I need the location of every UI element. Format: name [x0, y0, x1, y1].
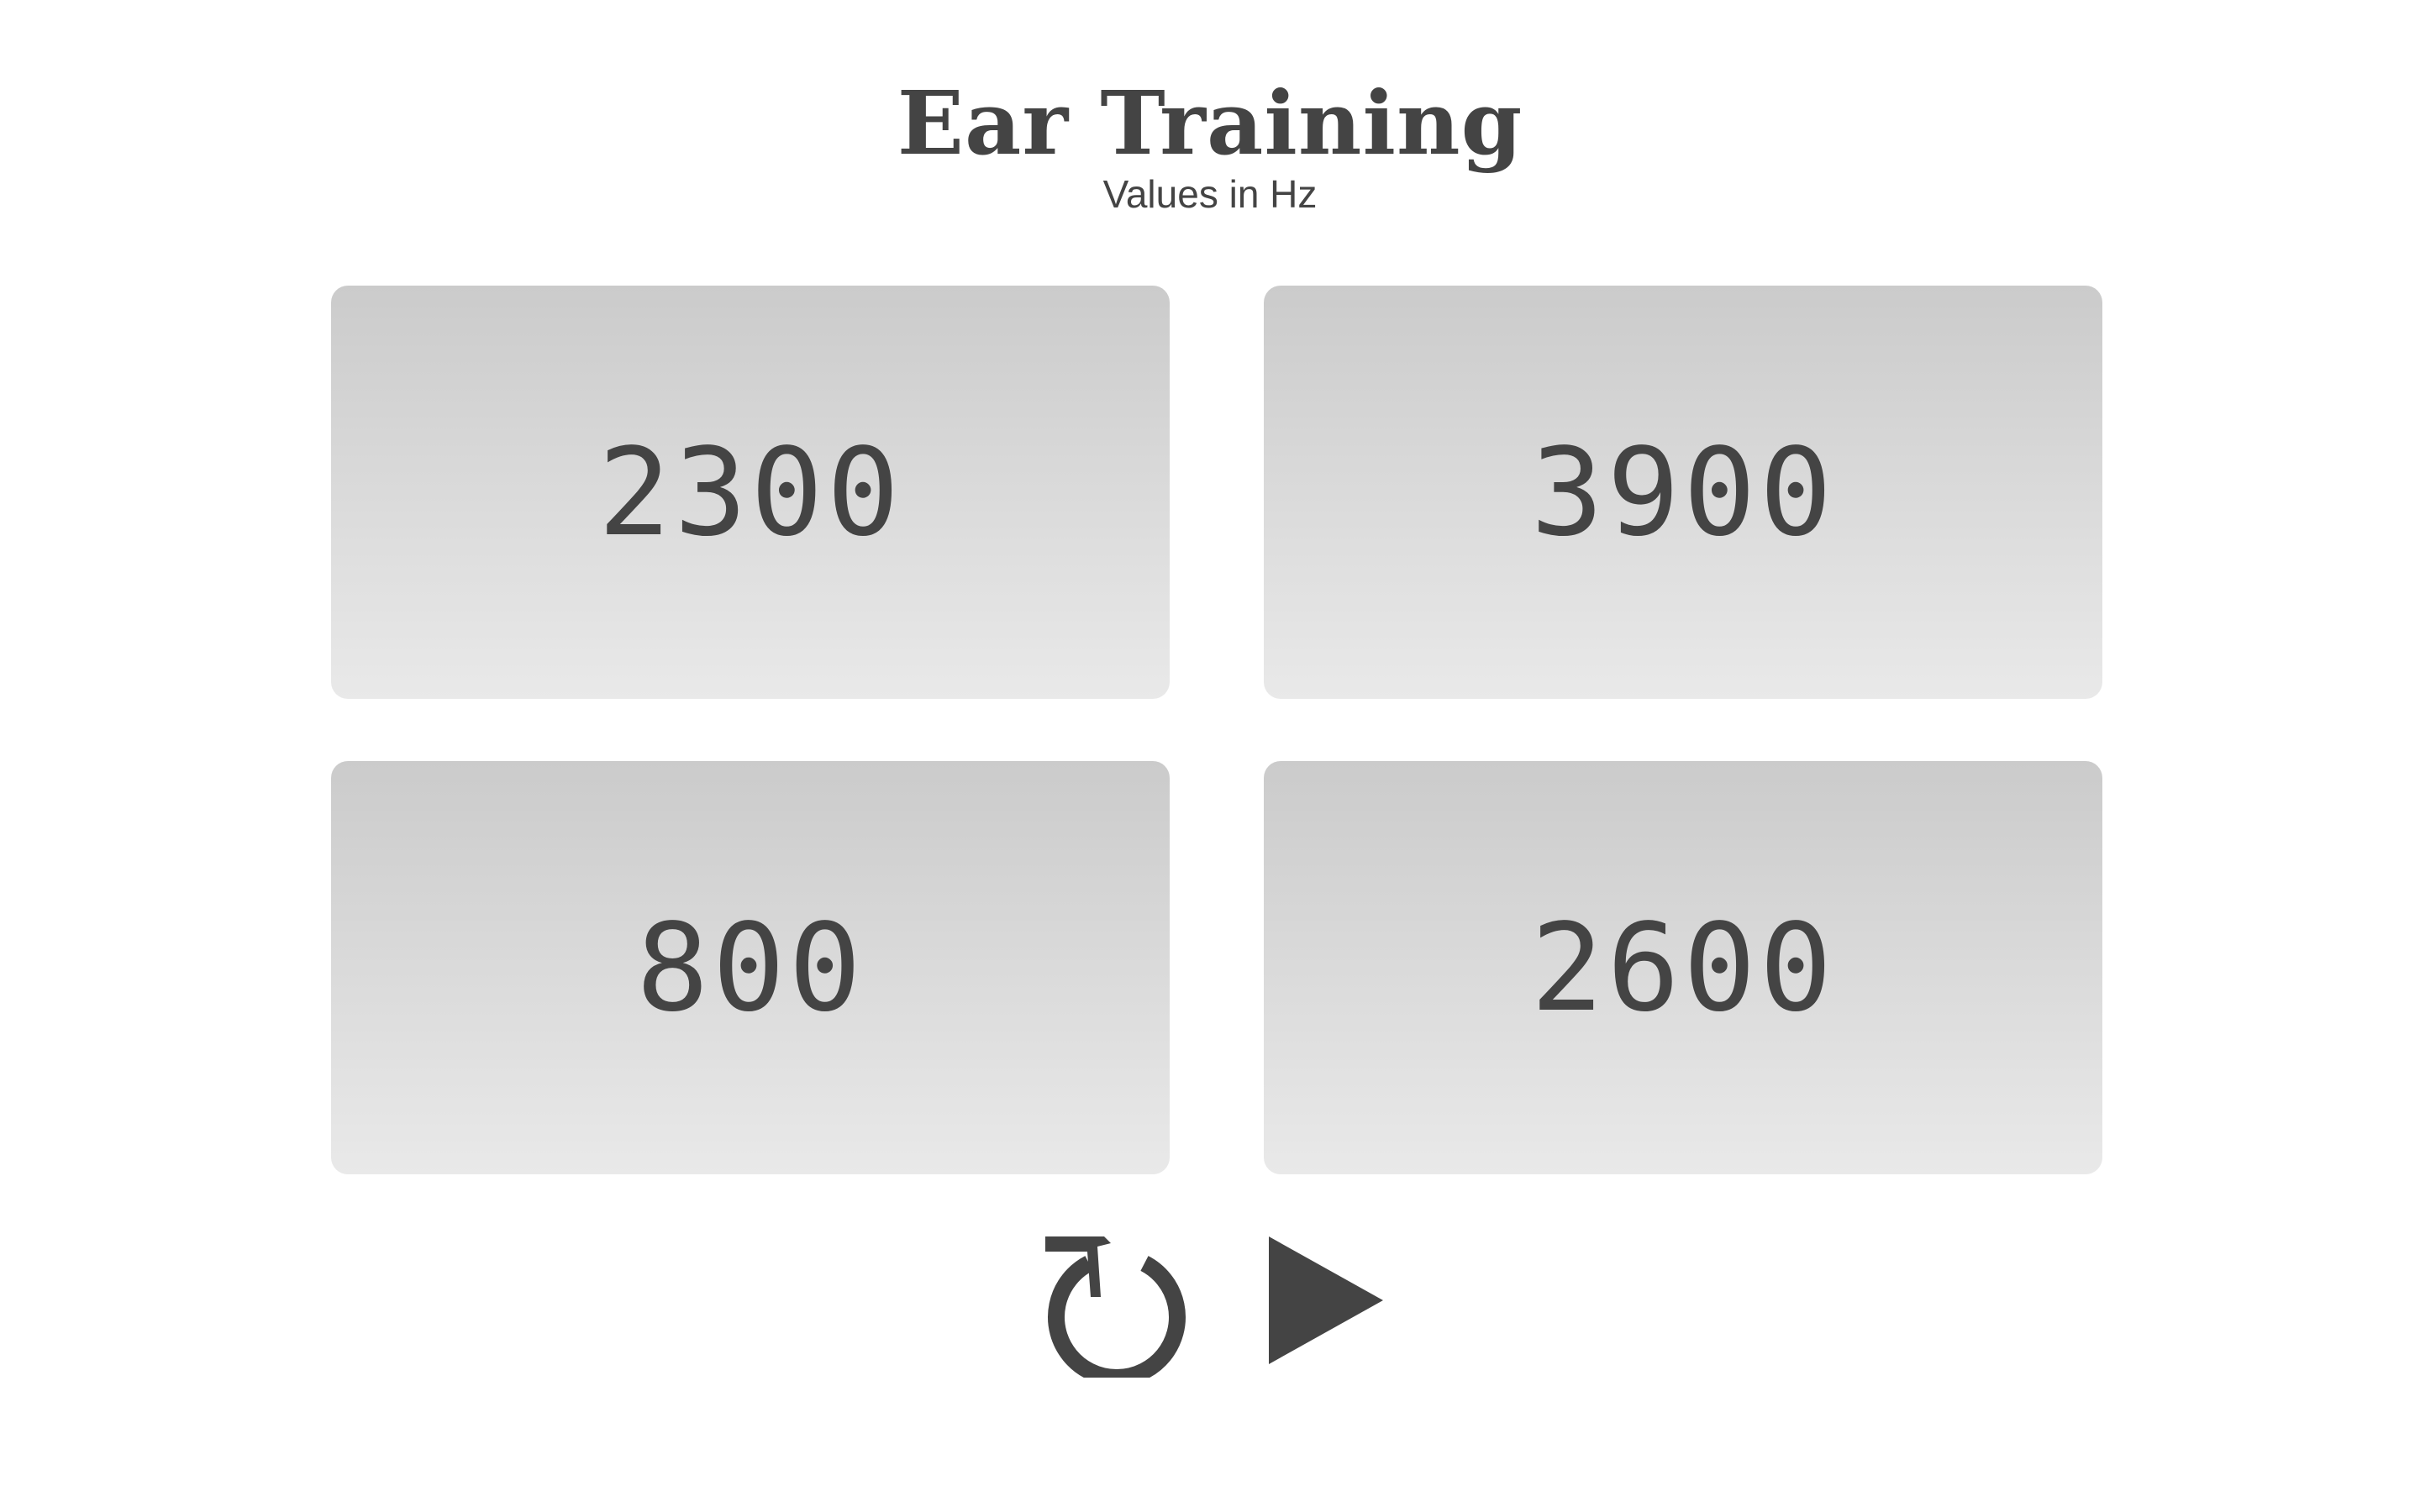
playback-controls	[0, 1226, 2420, 1378]
choice-button-1[interactable]: 2300	[331, 286, 1170, 699]
choice-button-2[interactable]: 3900	[1264, 286, 2102, 699]
choice-button-4[interactable]: 2600	[1264, 761, 2102, 1174]
choice-label: 800	[635, 897, 865, 1038]
play-button[interactable]	[1260, 1233, 1386, 1368]
page-subtitle: Values in Hz	[1102, 172, 1318, 216]
replay-icon	[1045, 1236, 1186, 1378]
page-header: Ear Training Values in Hz	[0, 71, 2420, 216]
choice-label: 2600	[1530, 897, 1836, 1038]
choice-label: 3900	[1530, 422, 1836, 563]
choice-label: 2300	[597, 422, 903, 563]
choice-button-3[interactable]: 800	[331, 761, 1170, 1174]
answer-grid: 2300 3900 800 2600	[331, 286, 2102, 1174]
page-title: Ear Training	[897, 71, 1523, 175]
play-icon	[1269, 1236, 1383, 1364]
replay-button[interactable]	[1039, 1226, 1195, 1378]
